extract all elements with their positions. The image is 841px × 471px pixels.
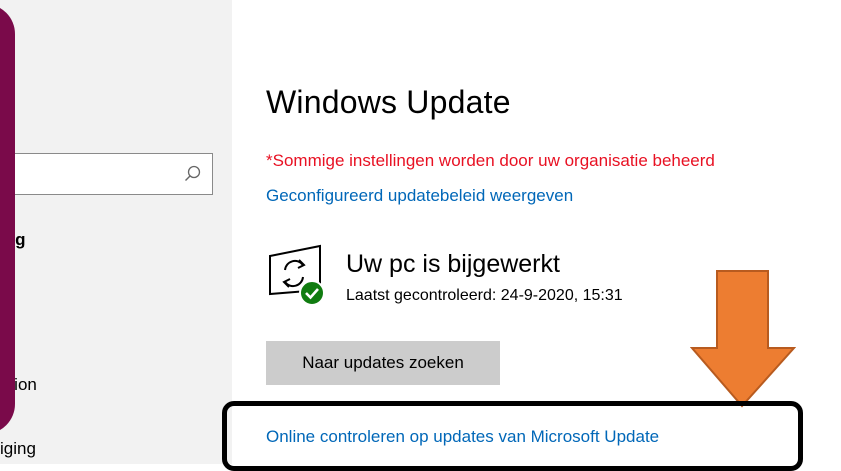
update-sync-check-icon [269,244,324,306]
status-title: Uw pc is bijgewerkt [346,250,560,278]
page-title: Windows Update [266,84,511,120]
arrow-down-icon [690,270,796,408]
org-managed-warning: *Sommige instellingen worden door uw org… [266,151,715,170]
search-input[interactable] [0,153,213,195]
online-check-updates-link[interactable]: Online controleren op updates van Micros… [266,427,659,447]
sidebar-item-other[interactable]: iging [0,439,36,459]
sidebar: ing ation iging [0,0,232,464]
last-checked-text: Laatst gecontroleerd: 24-9-2020, 15:31 [346,287,623,304]
main-content: Windows Update *Sommige instellingen wor… [222,0,841,471]
view-policies-link[interactable]: Geconfigureerd updatebeleid weergeven [266,186,573,206]
search-icon [185,165,201,181]
check-for-updates-button[interactable]: Naar updates zoeken [266,341,500,385]
annotation-overlay [0,4,15,434]
